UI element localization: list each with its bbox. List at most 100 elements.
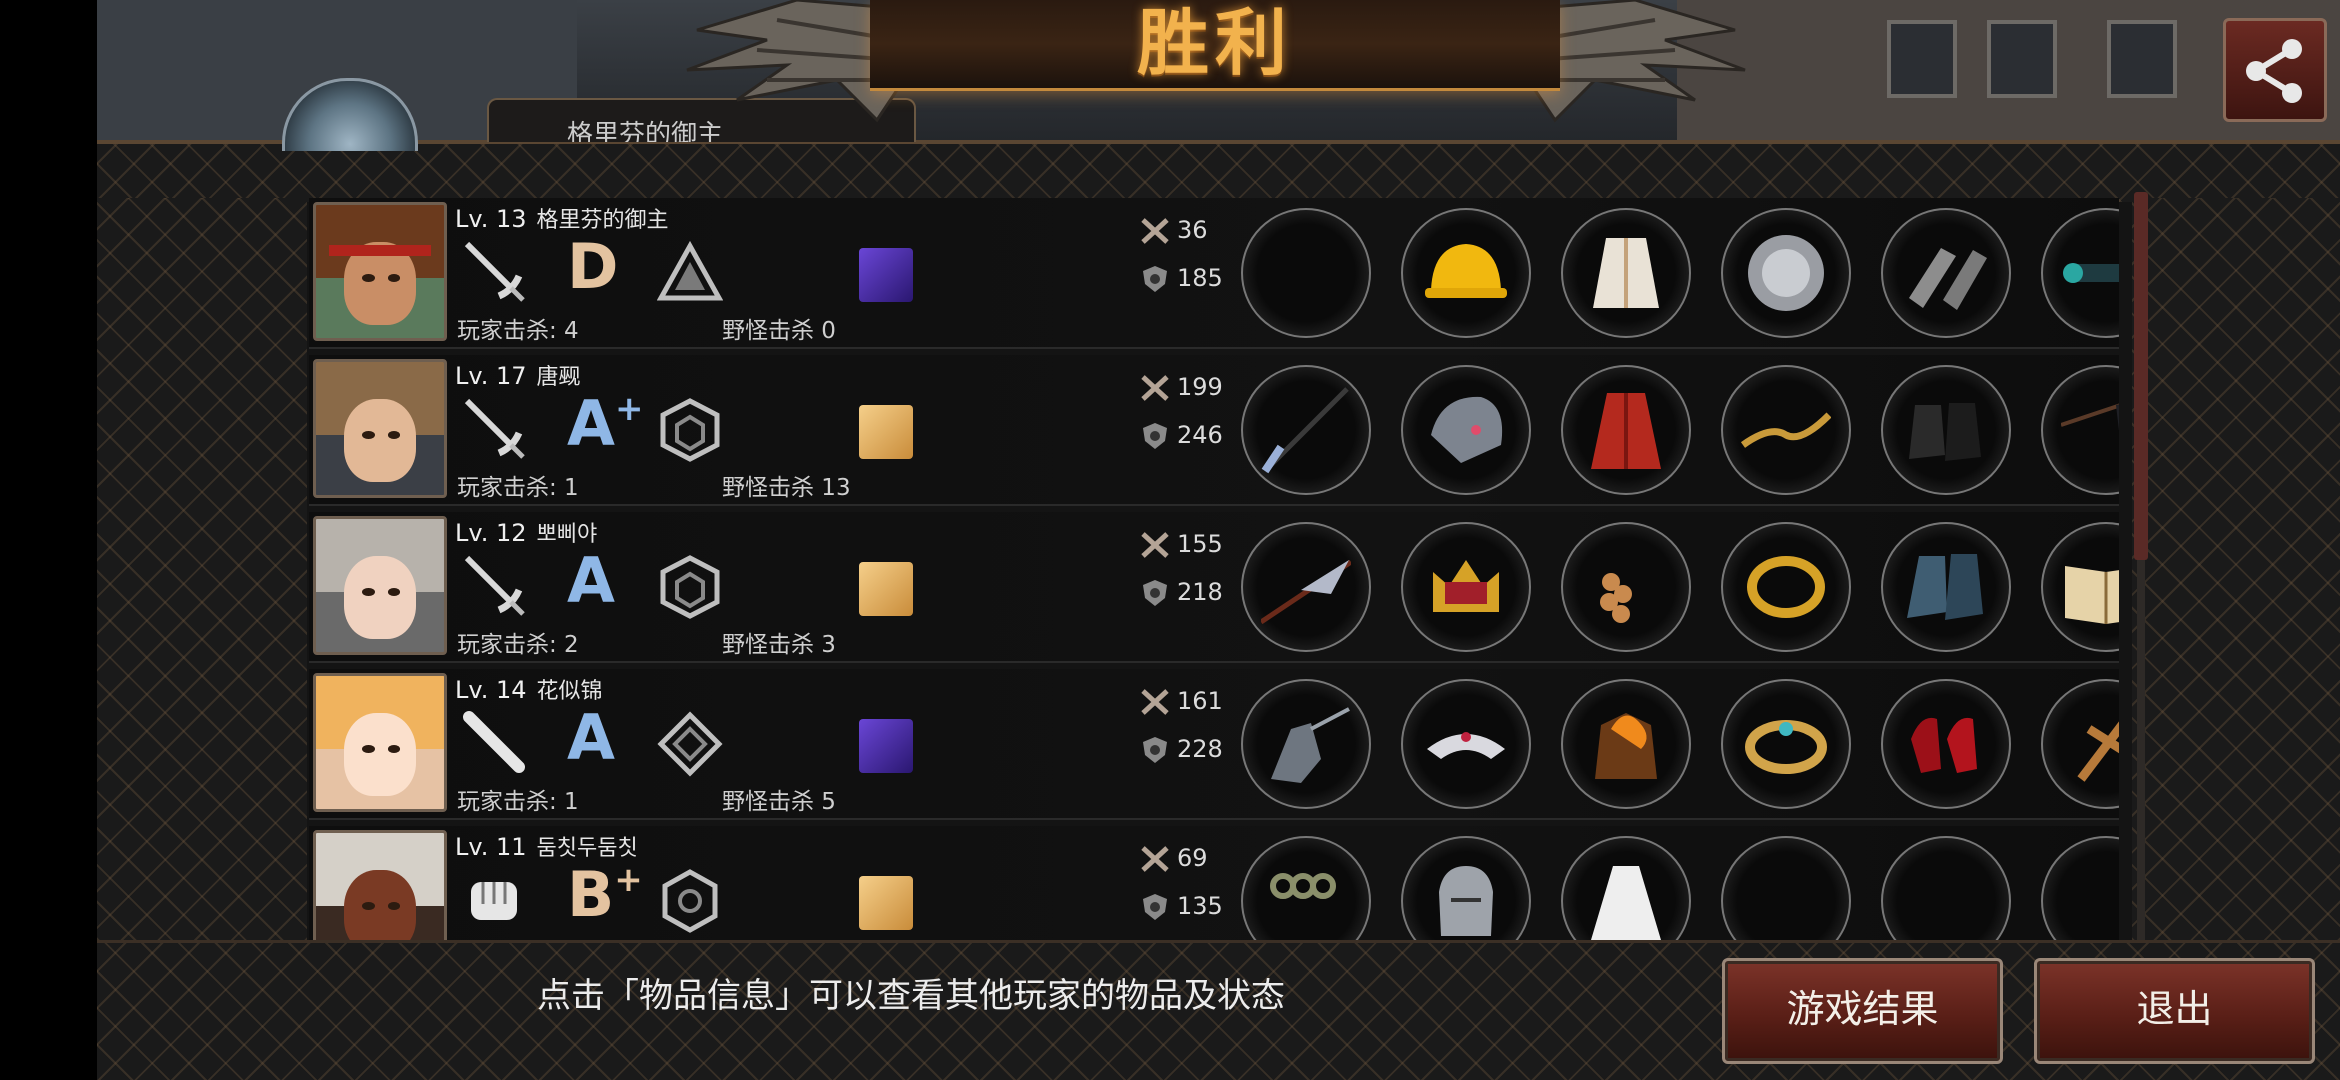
player-level: Lv. 17: [455, 362, 527, 390]
item-slot[interactable]: [2041, 208, 2119, 338]
share-button[interactable]: [2223, 18, 2327, 122]
skill-tile-icon: [859, 719, 913, 773]
player-kills: 玩家击杀: 1: [457, 789, 579, 815]
item-slot[interactable]: [1561, 208, 1691, 338]
shield-icon: [1143, 580, 1167, 606]
statue-icon: [1271, 707, 1350, 783]
cube-trait-icon: [660, 555, 720, 619]
item-slot[interactable]: [1721, 836, 1851, 940]
grapes-ornament-icon: [1600, 573, 1632, 623]
share-icon: [2246, 39, 2302, 103]
skill-tile-icon: [859, 248, 913, 302]
list-scroll-thumb[interactable]: [2134, 192, 2148, 560]
item-slot[interactable]: [1881, 365, 2011, 495]
item-slot[interactable]: [1241, 365, 1371, 495]
item-slot[interactable]: [1881, 679, 2011, 809]
player-avatar[interactable]: [313, 673, 447, 812]
monster-kills: 野怪击杀 0: [722, 318, 836, 344]
character-grade: A: [567, 701, 615, 774]
exit-button[interactable]: 退出: [2034, 958, 2315, 1064]
item-slot[interactable]: [2041, 679, 2119, 809]
item-slot[interactable]: [1241, 208, 1371, 338]
player-row[interactable]: Lv. 13 格里芬的御主 D 玩家击杀: 4 野怪击杀 0 36 185: [309, 198, 2119, 349]
item-slot[interactable]: [1721, 365, 1851, 495]
player-row[interactable]: Lv. 11 둠칫두둠칫 B+ 69 135: [309, 826, 2119, 940]
player-kills: 玩家击杀: 1: [457, 475, 579, 501]
item-slot[interactable]: [1561, 679, 1691, 809]
monster-kills: 野怪击杀 5: [722, 789, 836, 815]
item-slot[interactable]: [1401, 522, 1531, 652]
item-slot[interactable]: [1401, 679, 1531, 809]
combat-boots-icon: [1909, 403, 1981, 461]
item-slot[interactable]: [1241, 836, 1371, 940]
crossed-swords-icon: [1141, 846, 1169, 872]
diamond-trait-icon: [657, 711, 723, 777]
defense-stat: 246: [1139, 421, 1223, 451]
player-avatar[interactable]: [313, 359, 447, 498]
player-avatar[interactable]: [313, 830, 447, 940]
item-slot[interactable]: [2041, 365, 2119, 495]
attack-stat: 199: [1139, 373, 1223, 403]
item-slot[interactable]: [1561, 365, 1691, 495]
fist-icon: [471, 882, 517, 920]
gold-bracelet-icon: [1747, 556, 1825, 618]
item-slot[interactable]: [2041, 836, 2119, 940]
sword-icon: [464, 555, 525, 616]
player-level: Lv. 11: [455, 833, 527, 861]
chain-gauntlets-icon: [1909, 248, 1987, 310]
knuckles-icon: [1270, 873, 1336, 899]
defense-stat: 135: [1139, 892, 1223, 922]
flag-spear-icon: [2061, 403, 2119, 431]
scope-icon: [2063, 263, 2119, 283]
sword-icon: [464, 241, 525, 302]
item-slot[interactable]: [1881, 208, 2011, 338]
red-heels-icon: [1911, 717, 1977, 773]
monster-kills: 野怪击杀 13: [722, 475, 851, 501]
steel-boots-icon: [1907, 554, 1983, 620]
flaming-armor-icon: [1595, 713, 1657, 779]
item-slot[interactable]: [1241, 679, 1371, 809]
item-slot[interactable]: [1881, 522, 2011, 652]
player-row[interactable]: Lv. 17 唐觋 A+ 玩家击杀: 1 野怪击杀 13 199 246: [309, 355, 2119, 506]
item-slot[interactable]: [1401, 836, 1531, 940]
item-slot[interactable]: [1721, 522, 1851, 652]
item-slot[interactable]: [1241, 522, 1371, 652]
item-slot[interactable]: [1881, 836, 2011, 940]
knight-helmet-icon: [1439, 866, 1493, 936]
skill-tile-icon: [859, 562, 913, 616]
item-slot[interactable]: [1401, 365, 1531, 495]
item-info-hint: 点击「物品信息」可以查看其他玩家的物品及状态: [537, 976, 1285, 1016]
character-grade: B+: [567, 858, 643, 931]
sword-icon: [464, 398, 525, 459]
player-row[interactable]: Lv. 12 뽀삐야 A 玩家击杀: 2 野怪击杀 3 155 218: [309, 512, 2119, 663]
monster-kills: 野怪击杀 3: [722, 632, 836, 658]
player-avatar[interactable]: [313, 516, 447, 655]
item-slot[interactable]: [1721, 679, 1851, 809]
player-kills: 玩家击杀: 4: [457, 318, 579, 344]
crossed-swords-icon: [1141, 218, 1169, 244]
triangle-trait-icon: [657, 240, 723, 301]
player-level-name: Lv. 17 唐觋: [455, 359, 581, 391]
cube-trait-icon: [660, 398, 720, 462]
shield-icon: [1143, 423, 1167, 449]
player-result-list[interactable]: Lv. 13 格里芬的御主 D 玩家击杀: 4 野怪击杀 0 36 185 Lv…: [309, 198, 2119, 940]
player-row[interactable]: Lv. 14 花似锦 A 玩家击杀: 1 野怪击杀 5 161 228: [309, 669, 2119, 820]
attack-stat: 161: [1139, 687, 1223, 717]
player-avatar[interactable]: [313, 202, 447, 341]
item-slot[interactable]: [1721, 208, 1851, 338]
character-grade: D: [567, 230, 619, 303]
spear-icon: [1261, 387, 1349, 474]
game-result-button[interactable]: 游戏结果: [1722, 958, 2003, 1064]
item-slot[interactable]: [1401, 208, 1531, 338]
bat-icon: [463, 711, 525, 773]
item-slot[interactable]: [1561, 522, 1691, 652]
mesh-frame-right: [2132, 198, 2340, 940]
character-grade: A+: [567, 387, 644, 460]
player-level-name: Lv. 13 格里芬的御主: [455, 202, 669, 234]
item-slot[interactable]: [1561, 836, 1691, 940]
white-robe-icon: [1593, 238, 1659, 308]
red-coat-icon: [1591, 393, 1661, 469]
item-slot[interactable]: [2041, 522, 2119, 652]
hard-hat-icon: [1425, 244, 1507, 298]
mesh-frame-left: [97, 198, 307, 940]
